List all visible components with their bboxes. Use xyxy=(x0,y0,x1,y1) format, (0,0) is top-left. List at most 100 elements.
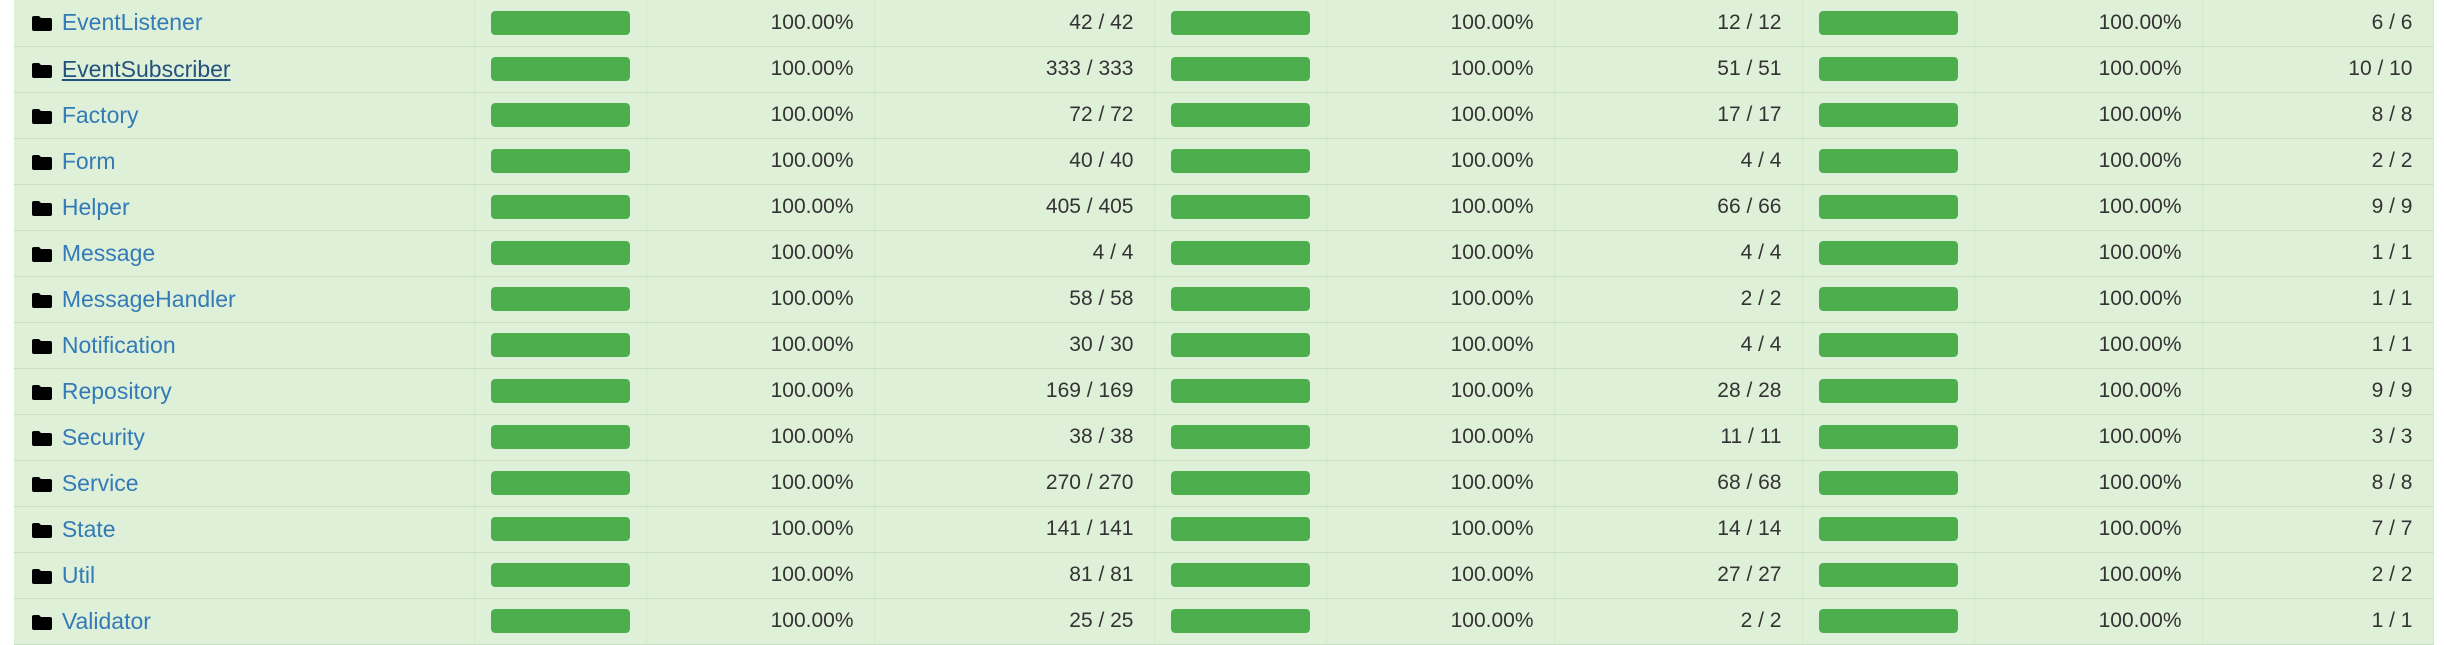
classes-coverage-bar xyxy=(1818,517,1958,541)
directory-cell: Service xyxy=(14,460,475,507)
classes-coverage-bar xyxy=(1818,149,1958,173)
folder-icon xyxy=(32,12,62,35)
functions-coverage-fraction: 11 / 11 xyxy=(1554,414,1803,461)
lines-coverage-bar-cell xyxy=(474,460,647,507)
classes-coverage-bar-fill xyxy=(1818,609,1958,633)
directory-link[interactable]: Message xyxy=(62,240,155,266)
table-row: Helper 100.00% 405 / 405 100.00% 66 / 66… xyxy=(14,184,2434,231)
lines-coverage-bar xyxy=(490,241,630,265)
lines-coverage-percent: 100.00% xyxy=(646,92,875,139)
directory-cell: Util xyxy=(14,552,475,599)
classes-coverage-percent: 100.00% xyxy=(1974,46,2203,93)
lines-coverage-bar xyxy=(490,333,630,357)
functions-coverage-bar-cell xyxy=(1154,322,1327,369)
lines-coverage-percent: 100.00% xyxy=(646,506,875,553)
lines-coverage-fraction: 25 / 25 xyxy=(874,598,1155,645)
functions-coverage-bar-fill xyxy=(1170,471,1310,495)
lines-coverage-fraction: 30 / 30 xyxy=(874,322,1155,369)
functions-coverage-bar-cell xyxy=(1154,598,1327,645)
functions-coverage-percent: 100.00% xyxy=(1326,598,1555,645)
directory-link[interactable]: Notification xyxy=(62,332,176,358)
functions-coverage-bar-cell xyxy=(1154,276,1327,323)
classes-coverage-bar-cell xyxy=(1802,138,1975,185)
classes-coverage-fraction: 8 / 8 xyxy=(2202,92,2434,139)
classes-coverage-bar-cell xyxy=(1802,322,1975,369)
lines-coverage-fraction: 270 / 270 xyxy=(874,460,1155,507)
folder-icon xyxy=(32,611,62,634)
lines-coverage-bar-cell xyxy=(474,184,647,231)
classes-coverage-bar xyxy=(1818,379,1958,403)
functions-coverage-percent: 100.00% xyxy=(1326,460,1555,507)
directory-link[interactable]: Form xyxy=(62,148,116,174)
lines-coverage-bar xyxy=(490,195,630,219)
functions-coverage-percent: 100.00% xyxy=(1326,552,1555,599)
classes-coverage-percent: 100.00% xyxy=(1974,184,2203,231)
lines-coverage-bar-fill xyxy=(490,517,630,541)
directory-link[interactable]: State xyxy=(62,516,116,542)
classes-coverage-percent: 100.00% xyxy=(1974,552,2203,599)
coverage-table: EventListener 100.00% 42 / 42 100.00% 12… xyxy=(14,0,2434,645)
classes-coverage-fraction: 1 / 1 xyxy=(2202,276,2434,323)
directory-link[interactable]: Helper xyxy=(62,194,130,220)
functions-coverage-percent: 100.00% xyxy=(1326,322,1555,369)
functions-coverage-bar-cell xyxy=(1154,368,1327,415)
table-row: Notification 100.00% 30 / 30 100.00% 4 /… xyxy=(14,322,2434,369)
directory-link[interactable]: MessageHandler xyxy=(62,286,236,312)
directory-link[interactable]: Service xyxy=(62,470,139,496)
classes-coverage-bar-fill xyxy=(1818,57,1958,81)
functions-coverage-percent: 100.00% xyxy=(1326,92,1555,139)
coverage-table-wrapper: EventListener 100.00% 42 / 42 100.00% 12… xyxy=(14,0,2434,645)
directory-link[interactable]: Validator xyxy=(62,608,151,634)
functions-coverage-fraction: 4 / 4 xyxy=(1554,230,1803,277)
functions-coverage-fraction: 4 / 4 xyxy=(1554,138,1803,185)
functions-coverage-bar-cell xyxy=(1154,46,1327,93)
lines-coverage-fraction: 405 / 405 xyxy=(874,184,1155,231)
table-row: EventSubscriber 100.00% 333 / 333 100.00… xyxy=(14,46,2434,93)
lines-coverage-bar-fill xyxy=(490,195,630,219)
directory-cell: Repository xyxy=(14,368,475,415)
classes-coverage-fraction: 9 / 9 xyxy=(2202,184,2434,231)
lines-coverage-bar-cell xyxy=(474,230,647,277)
classes-coverage-bar xyxy=(1818,333,1958,357)
lines-coverage-percent: 100.00% xyxy=(646,276,875,323)
lines-coverage-bar xyxy=(490,149,630,173)
directory-link[interactable]: Repository xyxy=(62,378,172,404)
classes-coverage-bar xyxy=(1818,563,1958,587)
classes-coverage-fraction: 1 / 1 xyxy=(2202,230,2434,277)
lines-coverage-bar xyxy=(490,609,630,633)
lines-coverage-percent: 100.00% xyxy=(646,368,875,415)
functions-coverage-bar-fill xyxy=(1170,10,1310,35)
functions-coverage-bar-fill xyxy=(1170,379,1310,403)
functions-coverage-bar-fill xyxy=(1170,57,1310,81)
classes-coverage-bar-cell xyxy=(1802,276,1975,323)
lines-coverage-bar xyxy=(490,10,630,35)
functions-coverage-bar-cell xyxy=(1154,0,1327,47)
functions-coverage-fraction: 27 / 27 xyxy=(1554,552,1803,599)
classes-coverage-percent: 100.00% xyxy=(1974,368,2203,415)
classes-coverage-percent: 100.00% xyxy=(1974,230,2203,277)
directory-link[interactable]: Factory xyxy=(62,102,139,128)
functions-coverage-bar xyxy=(1170,563,1310,587)
directory-link[interactable]: Security xyxy=(62,424,145,450)
lines-coverage-bar-cell xyxy=(474,368,647,415)
functions-coverage-bar xyxy=(1170,333,1310,357)
classes-coverage-fraction: 3 / 3 xyxy=(2202,414,2434,461)
directory-link[interactable]: Util xyxy=(62,562,95,588)
lines-coverage-bar-fill xyxy=(490,241,630,265)
functions-coverage-percent: 100.00% xyxy=(1326,230,1555,277)
functions-coverage-bar xyxy=(1170,241,1310,265)
classes-coverage-bar-cell xyxy=(1802,46,1975,93)
functions-coverage-bar xyxy=(1170,10,1310,35)
lines-coverage-bar xyxy=(490,517,630,541)
lines-coverage-bar-fill xyxy=(490,287,630,311)
functions-coverage-bar-fill xyxy=(1170,425,1310,449)
classes-coverage-bar-fill xyxy=(1818,241,1958,265)
classes-coverage-percent: 100.00% xyxy=(1974,0,2203,47)
directory-link[interactable]: EventListener xyxy=(62,9,203,35)
directory-link[interactable]: EventSubscriber xyxy=(62,56,231,82)
functions-coverage-bar-cell xyxy=(1154,414,1327,461)
folder-icon xyxy=(32,335,62,358)
functions-coverage-bar-fill xyxy=(1170,563,1310,587)
lines-coverage-fraction: 169 / 169 xyxy=(874,368,1155,415)
classes-coverage-bar xyxy=(1818,10,1958,35)
